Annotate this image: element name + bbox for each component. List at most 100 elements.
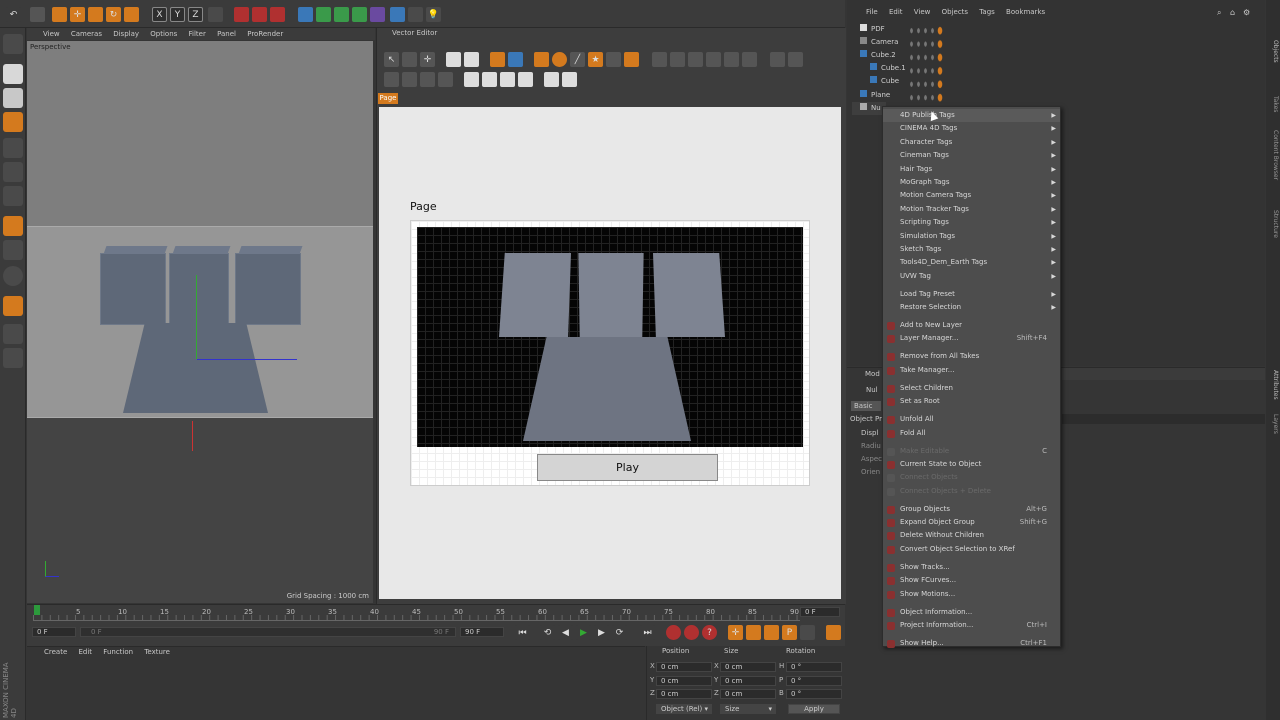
menu-item-set-as-root[interactable]: Set as Root: [883, 395, 1060, 408]
size-field[interactable]: 0 cm: [720, 662, 776, 672]
position-field[interactable]: 0 cm: [656, 689, 712, 699]
copy-page-icon[interactable]: [464, 52, 479, 67]
pen-tool-icon[interactable]: [606, 52, 621, 67]
current-frame-field[interactable]: 0 F: [32, 627, 76, 637]
menu-item-simulation-tags[interactable]: Simulation Tags ▶: [883, 230, 1060, 243]
align-top-icon[interactable]: [706, 52, 721, 67]
bucket-tool-icon[interactable]: [490, 52, 505, 67]
pan-tool-icon[interactable]: ✛: [420, 52, 435, 67]
menu-item-motion-camera-tags[interactable]: Motion Camera Tags ▶: [883, 189, 1060, 202]
menu-item-hair-tags[interactable]: Hair Tags ▶: [883, 163, 1060, 176]
menu-item-4d-publish-tags[interactable]: 4D Publish Tags ▶: [883, 109, 1060, 123]
autokey-icon[interactable]: [684, 625, 699, 640]
align-left-icon[interactable]: [652, 52, 667, 67]
range-slider[interactable]: 0 F 90 F: [80, 627, 456, 637]
viewport-menu-cameras[interactable]: Cameras: [71, 30, 102, 38]
menu-item-motion-tracker-tags[interactable]: Motion Tracker Tags ▶: [883, 203, 1060, 216]
pointer-tool-icon[interactable]: ↖: [384, 52, 399, 67]
ellipse-tool-icon[interactable]: [552, 52, 567, 67]
texture-mode-icon[interactable]: [3, 88, 23, 108]
group-icon[interactable]: [544, 72, 559, 87]
page-tab[interactable]: Page: [378, 93, 398, 104]
key-pla-icon[interactable]: [800, 625, 815, 640]
perspective-viewport[interactable]: Perspective Grid Spacing : 1000 cm: [27, 41, 373, 603]
rectangle-tool-icon[interactable]: [534, 52, 549, 67]
menu-item-show-help[interactable]: Show Help... Ctrl+F1: [883, 637, 1060, 650]
menu-item-show-tracks[interactable]: Show Tracks...: [883, 561, 1060, 574]
scene-cube-middle[interactable]: [169, 253, 229, 325]
scene-cube-right[interactable]: [235, 253, 301, 325]
menu-item-character-tags[interactable]: Character Tags ▶: [883, 136, 1060, 149]
coordinate-mode-dropdown[interactable]: Object (Rel) ▾: [656, 704, 712, 714]
menu-item-remove-from-all-takes[interactable]: Remove from All Takes: [883, 350, 1060, 363]
next-key-icon[interactable]: ⟳: [612, 625, 627, 640]
distribute-vertical-icon[interactable]: [788, 52, 803, 67]
menu-item-tools4d-dem-earth-tags[interactable]: Tools4D_Dem_Earth Tags ▶: [883, 256, 1060, 269]
menu-item-scripting-tags[interactable]: Scripting Tags ▶: [883, 216, 1060, 229]
viewport-menu-view[interactable]: View: [43, 30, 60, 38]
menu-item-convert-object-selection-to-xref[interactable]: Convert Object Selection to XRef: [883, 543, 1060, 556]
camera-icon[interactable]: [408, 7, 423, 22]
light-icon[interactable]: 💡: [426, 7, 441, 22]
play-forward-icon[interactable]: ▶: [576, 625, 591, 640]
axis-x-button[interactable]: X: [152, 7, 167, 22]
playhead[interactable]: [34, 605, 40, 615]
tab-attributes[interactable]: Attributes: [1267, 370, 1279, 400]
vector-canvas[interactable]: Page Play: [379, 107, 841, 599]
timeline-bar[interactable]: [27, 604, 845, 646]
grid-icon[interactable]: [3, 324, 23, 344]
move-icon[interactable]: ✛: [70, 7, 85, 22]
om-menu-file[interactable]: File: [866, 8, 878, 16]
size-field[interactable]: 0 cm: [720, 689, 776, 699]
menu-item-show-motions[interactable]: Show Motions...: [883, 588, 1060, 601]
key-rotation-icon[interactable]: [764, 625, 779, 640]
scale-icon[interactable]: [88, 7, 103, 22]
edges-mode-icon[interactable]: [3, 162, 23, 182]
size-field[interactable]: 0 cm: [720, 675, 776, 686]
tab-structure[interactable]: Structure: [1267, 210, 1279, 238]
menu-item-cinema-4d-tags[interactable]: CINEMA 4D Tags ▶: [883, 122, 1060, 135]
undo-icon[interactable]: ↶: [6, 7, 21, 22]
visibility-dots-column[interactable]: [908, 24, 934, 104]
menu-item-restore-selection[interactable]: Restore Selection ▶: [883, 301, 1060, 314]
timeline-layout-icon[interactable]: [826, 625, 841, 640]
menu-item-delete-without-children[interactable]: Delete Without Children: [883, 529, 1060, 542]
menu-item-show-fcurves[interactable]: Show FCurves...: [883, 574, 1060, 587]
align-center-icon[interactable]: [670, 52, 685, 67]
rotation-field[interactable]: 0 °: [786, 689, 842, 699]
menu-item-load-tag-preset[interactable]: Load Tag Preset ▶: [883, 288, 1060, 301]
gear-shape-tool-icon[interactable]: [624, 52, 639, 67]
om-menu-tags[interactable]: Tags: [979, 8, 995, 16]
max-frame-field[interactable]: 90 F: [460, 627, 504, 637]
page-tool-icon[interactable]: [446, 52, 461, 67]
tab-objects[interactable]: Objects: [1267, 40, 1279, 63]
union-icon[interactable]: [464, 72, 479, 87]
eyedropper-tool-icon[interactable]: [508, 52, 523, 67]
star-tool-icon[interactable]: ★: [588, 52, 603, 67]
sculpt-icon[interactable]: [3, 348, 23, 368]
key-parameter-icon[interactable]: P: [782, 625, 797, 640]
make-editable-icon[interactable]: [3, 34, 23, 54]
rotate-right-icon[interactable]: [402, 72, 417, 87]
floor-icon[interactable]: [390, 7, 405, 22]
key-position-icon[interactable]: ✛: [728, 625, 743, 640]
cloner-icon[interactable]: [352, 7, 367, 22]
viewport-menu-panel[interactable]: Panel: [217, 30, 236, 38]
attributes-basic-tab[interactable]: Basic: [851, 401, 881, 411]
position-field[interactable]: 0 cm: [656, 675, 712, 686]
viewport-menu-options[interactable]: Options: [150, 30, 177, 38]
line-tool-icon[interactable]: ╱: [570, 52, 585, 67]
menu-item-take-manager[interactable]: Take Manager...: [883, 364, 1060, 377]
rotate-left-icon[interactable]: [384, 72, 399, 87]
go-to-end-icon[interactable]: ⏭: [640, 625, 655, 640]
menu-item-current-state-to-object[interactable]: Current State to Object: [883, 458, 1060, 471]
render-settings-icon[interactable]: [270, 7, 285, 22]
recent-tool-icon[interactable]: [124, 7, 139, 22]
subdivision-surface-icon[interactable]: [334, 7, 349, 22]
mat-menu-function[interactable]: Function: [103, 648, 133, 656]
menu-item-uvw-tag[interactable]: UVW Tag ▶: [883, 270, 1060, 283]
exclude-icon[interactable]: [518, 72, 533, 87]
live-selection-icon[interactable]: [52, 7, 67, 22]
render-view-icon[interactable]: [234, 7, 249, 22]
axis-z-button[interactable]: Z: [188, 7, 203, 22]
